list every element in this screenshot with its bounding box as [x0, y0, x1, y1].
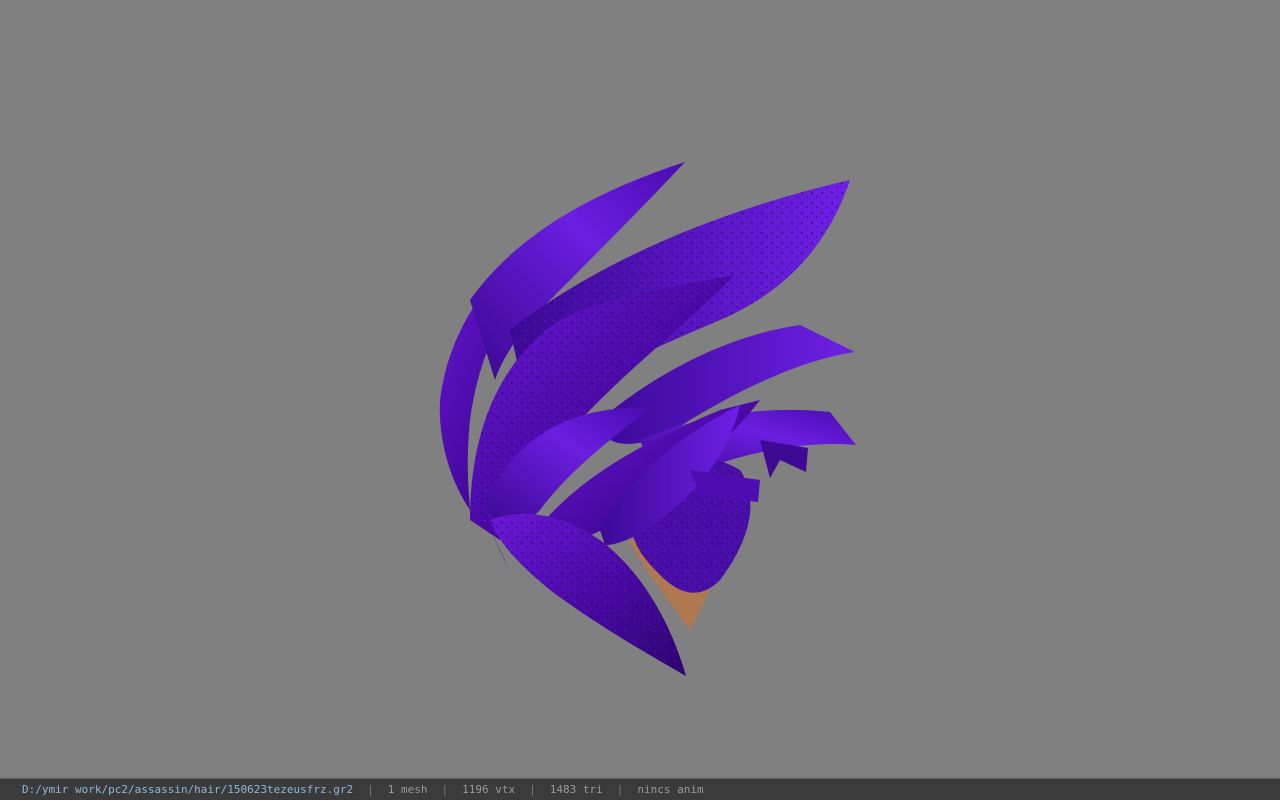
separator: | [367, 783, 374, 796]
3d-viewport[interactable] [0, 0, 1280, 778]
hair-model[interactable] [0, 0, 1280, 778]
file-path: D:/ymir work/pc2/assassin/hair/150623tez… [22, 783, 354, 796]
separator: | [441, 783, 449, 796]
separator: | [616, 783, 624, 796]
mesh-count: 1 mesh [387, 783, 428, 796]
anim-status: nincs anim [637, 783, 704, 796]
status-bar: D:/ymir work/pc2/assassin/hair/150623tez… [0, 778, 1280, 800]
triangle-count: 1483 tri [549, 783, 603, 796]
vertex-count: 1196 vtx [462, 783, 516, 796]
separator: | [529, 783, 536, 796]
